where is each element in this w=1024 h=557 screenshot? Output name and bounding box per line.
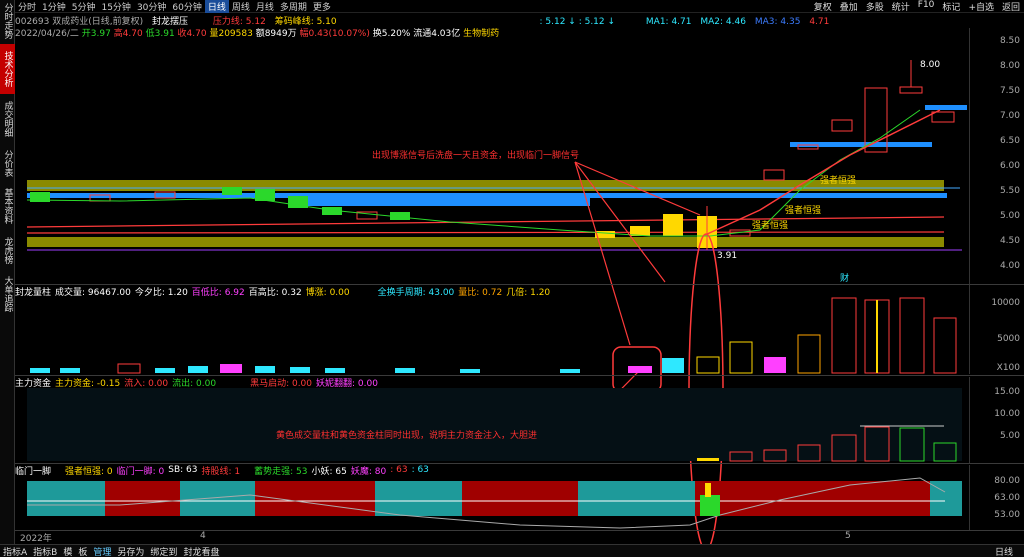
price-axis: 8.50 8.00 7.50 7.00 6.50 6.00 5.50 5.00 … (969, 28, 1024, 286)
volume-bars (30, 297, 957, 374)
fund-axis: 15.00 10.00 5.00 (969, 377, 1024, 463)
fund-panel-header: 主力资金 主力资金: -0.15 流入: 0.00 流出: 0.00 黑马启动:… (15, 376, 382, 389)
btn-fenglong[interactable]: 封龙看盘 (180, 545, 222, 557)
fund-annotation: 黄色成交量柱和黄色资金柱同时出现，说明主力资金注入，大胆进 (276, 431, 538, 441)
btn-save-as[interactable]: 另存为 (114, 545, 147, 557)
high-price-mark: 8.00 (920, 60, 941, 70)
strong-label-2: 强者恒强 (785, 206, 822, 216)
fund-panel-title[interactable]: 主力资金 (15, 376, 51, 389)
bottom-toolbar: 指标A 指标B 模 板 管理 另存为 绑定到 封龙看盘 日线 (0, 544, 1024, 557)
date-axis-mid: 4 (200, 531, 206, 541)
stock-chart-window: 分时走势 技术分析 成交明细 分价表 基本资料 龙虎榜 大单追踪 分时 1分钟 … (0, 0, 1024, 557)
btn-template[interactable]: 模 (60, 545, 75, 557)
date-axis-start: 2022年 (20, 534, 52, 544)
blue-band-2 (300, 198, 590, 206)
date-axis-end: 5 (845, 531, 851, 541)
kick-panel-header: 临门一脚 强者恒强: 0 临门一脚: 0 SB: 63 持股线: 1 蓄势走强:… (15, 464, 429, 477)
kick-axis: 80.00 63.00 53.00 (969, 465, 1024, 530)
btn-indicator-a[interactable]: 指标A (0, 545, 30, 557)
strong-label-1: 强者恒强 (820, 176, 857, 186)
btn-bind[interactable]: 绑定到 (147, 545, 180, 557)
volume-panel-header: 封龙量柱 成交量: 96467.00 今夕比: 1.20 百低比: 6.92 百… (15, 285, 554, 298)
period-indicator[interactable]: 日线 (992, 545, 1016, 557)
volume-axis: 10000 5000 X100 (969, 286, 1024, 374)
blue-band (27, 193, 947, 198)
btn-board[interactable]: 板 (75, 545, 90, 557)
finance-marker[interactable]: 财 (840, 271, 849, 284)
low-price-mark: 3.91 (717, 251, 738, 261)
strong-label-3: 强者恒强 (752, 221, 789, 231)
volume-panel-title[interactable]: 封龙量柱 (15, 285, 51, 298)
band-bottom (27, 237, 944, 247)
btn-indicator-b[interactable]: 指标B (30, 545, 60, 557)
signal-annotation: 出现博涨信号后洗盘一天且资金，出现临门一脚信号 (372, 151, 580, 161)
blue-band-4 (925, 105, 967, 110)
kick-panel-title[interactable]: 临门一脚 (15, 464, 51, 477)
btn-manage[interactable]: 管理 (90, 545, 114, 557)
